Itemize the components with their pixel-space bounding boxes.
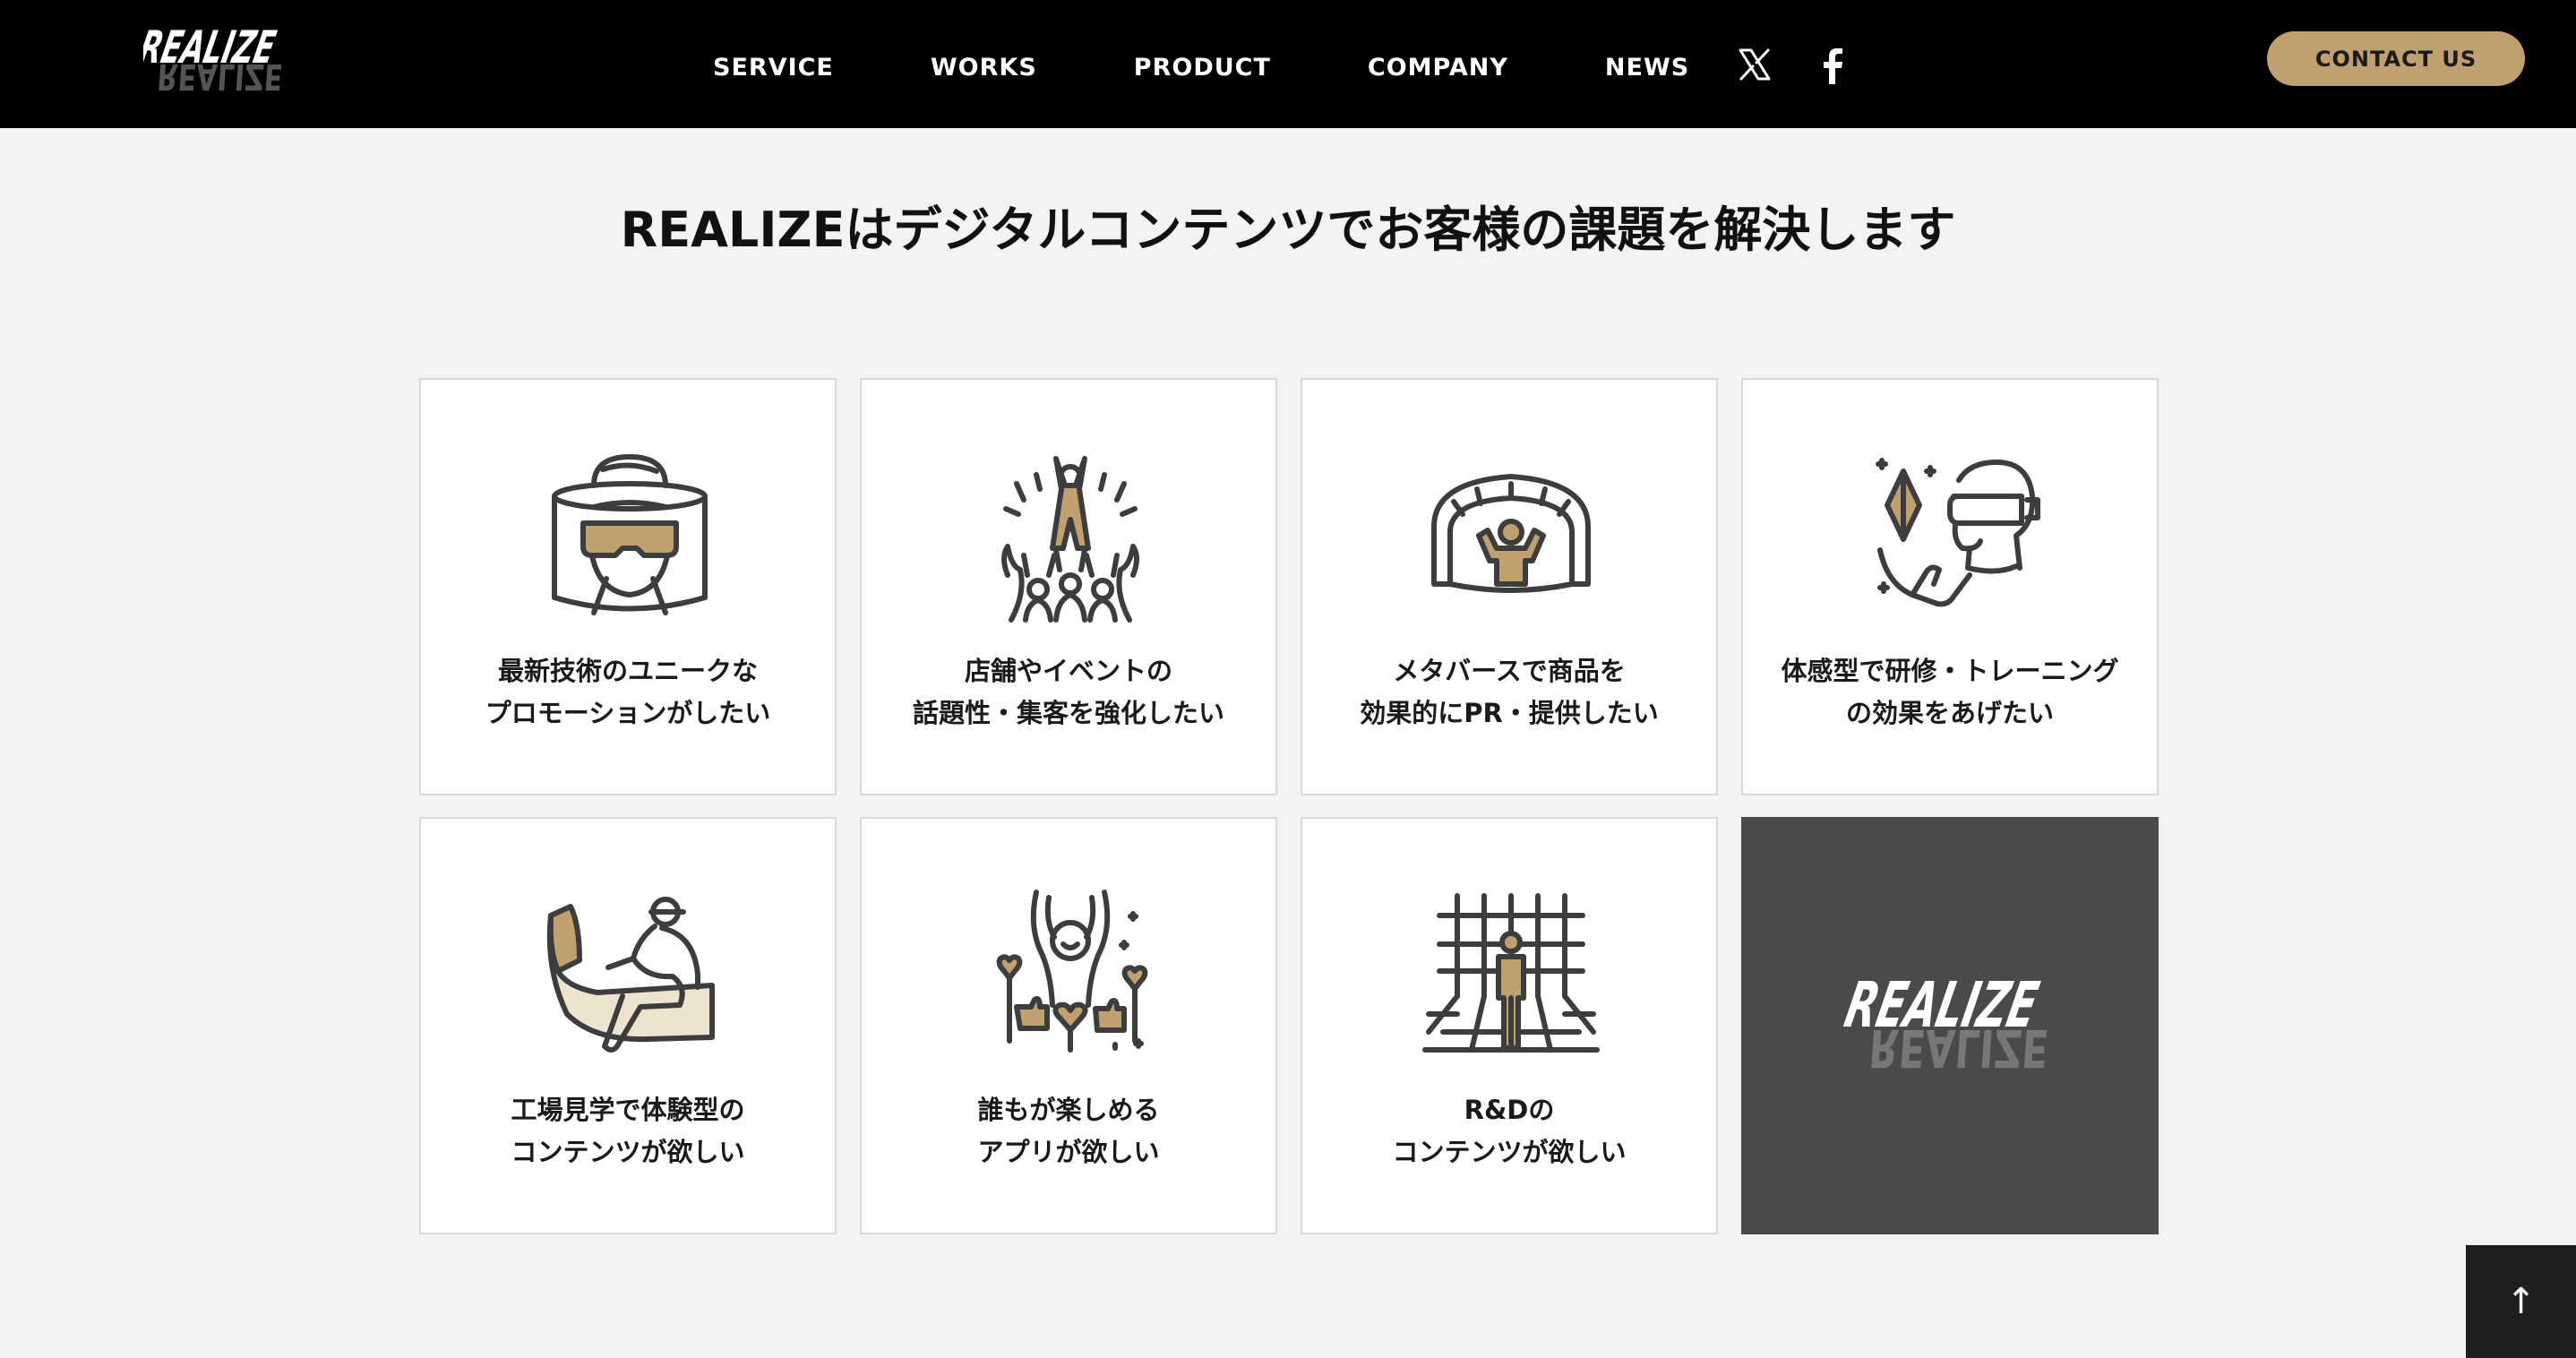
nav-product[interactable]: PRODUCT <box>1134 50 1271 86</box>
solution-card-metaverse[interactable]: メタバースで商品を 効果的にPR・提供したい <box>1301 378 1718 795</box>
solution-card-rnd[interactable]: R&Dの コンテンツが欲しい <box>1301 817 1718 1234</box>
facebook-icon[interactable] <box>1819 48 1844 84</box>
solution-card-event[interactable]: 店舗やイベントの 話題性・集客を強化したい <box>860 378 1277 795</box>
solution-card-app[interactable]: 誰もが楽しめる アプリが欲しい <box>860 817 1277 1234</box>
card-label: 誰もが楽しめる アプリが欲しい <box>977 1095 1160 1167</box>
card-label: 最新技術のユニークな プロモーションがしたい <box>485 656 771 728</box>
vr-training-icon <box>1876 458 2040 607</box>
cheering-crowd-icon <box>1001 456 1139 623</box>
card-label: メタバースで商品を 効果的にPR・提供したい <box>1360 656 1659 728</box>
page-title: REALIZEはデジタルコンテンツでお客様の課題を解決します <box>620 202 1956 258</box>
card-label: 工場見学で体験型の コンテンツが欲しい <box>511 1095 745 1167</box>
realize-logo[interactable]: REALIZE REALIZE <box>143 16 296 113</box>
fun-app-icon <box>996 890 1148 1053</box>
logo-reflection: REALIZE <box>1863 1018 2055 1078</box>
nav-works[interactable]: WORKS <box>931 50 1037 86</box>
site-header: REALIZE REALIZE SERVICE WORKS PRODUCT CO… <box>0 0 2576 128</box>
realize-logo-card[interactable]: REALIZE REALIZE <box>1741 817 2159 1234</box>
solution-card-training[interactable]: 体感型で研修・トレーニング の効果をあげたい <box>1741 378 2159 795</box>
nav-company[interactable]: COMPANY <box>1368 50 1508 86</box>
card-label: 体感型で研修・トレーニング の効果をあげたい <box>1781 656 2119 728</box>
card-label: R&Dの コンテンツが欲しい <box>1392 1095 1627 1167</box>
scroll-to-top-button[interactable]: ↑ <box>2466 1245 2576 1358</box>
nav-service[interactable]: SERVICE <box>713 50 834 86</box>
x-icon[interactable] <box>1739 48 1771 81</box>
metaverse-dome-icon <box>1431 474 1591 593</box>
rnd-grid-icon <box>1422 893 1600 1053</box>
factory-tour-icon <box>546 897 715 1053</box>
card-label: 店舗やイベントの 話題性・集客を強化したい <box>912 656 1224 728</box>
main-nav: SERVICE WORKS PRODUCT COMPANY NEWS <box>713 50 1689 86</box>
nav-news[interactable]: NEWS <box>1605 50 1689 86</box>
contact-us-button[interactable]: CONTACT US <box>2267 31 2525 86</box>
vr-headset-person-icon <box>552 454 708 615</box>
realize-logo: REALIZE REALIZE <box>1842 968 2055 1079</box>
solution-card-promotion[interactable]: 最新技術のユニークな プロモーションがしたい <box>419 378 837 795</box>
solution-card-factory[interactable]: 工場見学で体験型の コンテンツが欲しい <box>419 817 837 1234</box>
logo-reflection: REALIZE <box>153 56 288 98</box>
